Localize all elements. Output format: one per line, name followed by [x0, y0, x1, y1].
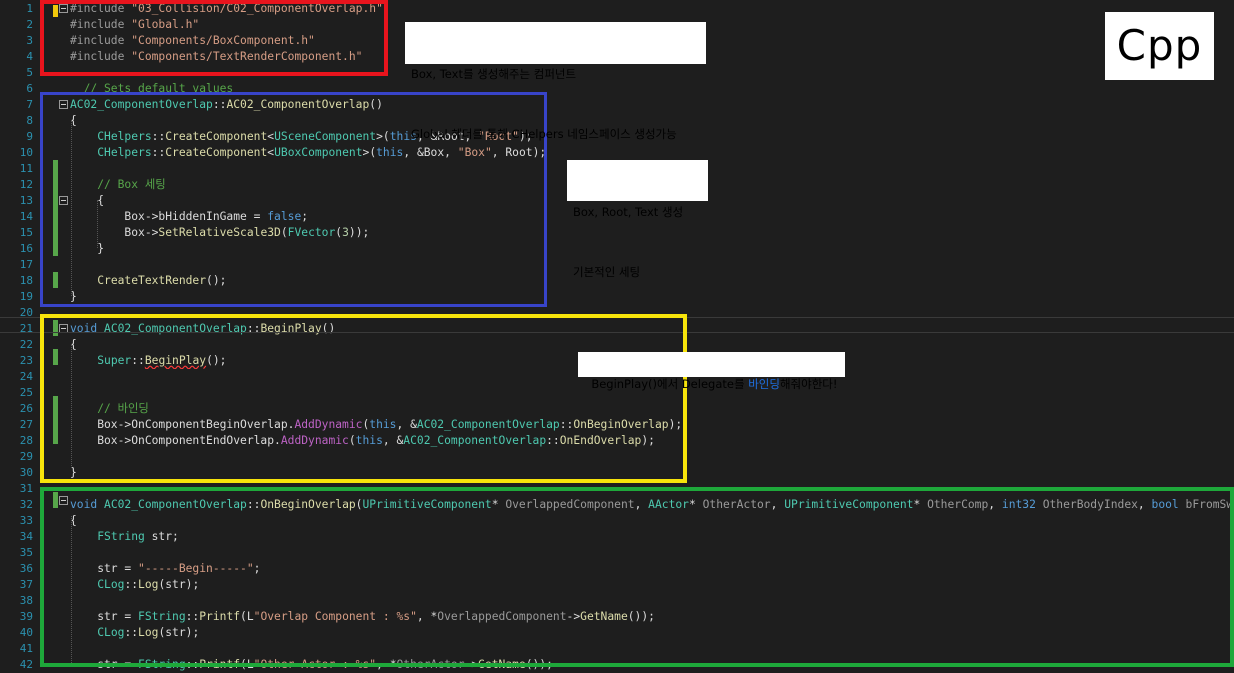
- line-number: 22: [19, 338, 33, 351]
- line-number: 9: [26, 130, 33, 143]
- line-number: 5: [26, 66, 33, 79]
- include-note-line2: Global 헤더를 통해 CHelpers 네임스페이스 생성가능: [411, 127, 677, 141]
- line-number: 16: [19, 242, 33, 255]
- line-number: 21: [19, 322, 33, 335]
- line-number: 24: [19, 370, 33, 383]
- line-number: 17: [19, 258, 33, 271]
- line-number: 26: [19, 402, 33, 415]
- line-number: 40: [19, 626, 33, 639]
- line-number: 29: [19, 450, 33, 463]
- beginplay-section-highlight: [40, 314, 687, 483]
- line-number: 31: [19, 482, 33, 495]
- line-number: 23: [19, 354, 33, 367]
- beginplay-note-tail: 해줘야한다!: [779, 377, 838, 391]
- line-number: 12: [19, 178, 33, 191]
- line-number: 28: [19, 434, 33, 447]
- line-number: 3: [26, 34, 33, 47]
- line-number: 39: [19, 610, 33, 623]
- line-number: 25: [19, 386, 33, 399]
- language-badge: Cpp: [1105, 12, 1214, 80]
- beginplay-note: BeginPlay()에서 Delegate를 바인딩해줘야한다!: [578, 352, 845, 391]
- beginplay-note-highlight: 바인딩: [748, 377, 780, 391]
- line-number: 15: [19, 226, 33, 239]
- line-number: 6: [26, 82, 33, 95]
- line-number: 1: [26, 2, 33, 15]
- line-number: 2: [26, 18, 33, 31]
- line-number: 36: [19, 562, 33, 575]
- beginplay-note-text: BeginPlay()에서 Delegate를: [591, 377, 749, 391]
- include-note: Box, Text를 생성해주는 컴퍼넌트 Global 헤더를 통해 CHel…: [405, 22, 706, 141]
- line-number: 42: [19, 658, 33, 671]
- line-number: 8: [26, 114, 33, 127]
- line-number: 37: [19, 578, 33, 591]
- line-number: 32: [19, 498, 33, 511]
- line-number: 41: [19, 642, 33, 655]
- line-number: 30: [19, 466, 33, 479]
- line-number: 18: [19, 274, 33, 287]
- line-number: 34: [19, 530, 33, 543]
- line-number: 14: [19, 210, 33, 223]
- constructor-note-line1: Box, Root, Text 생성: [573, 205, 684, 219]
- line-number: 19: [19, 290, 33, 303]
- line-number: 7: [26, 98, 33, 111]
- line-number: 20: [19, 306, 33, 319]
- line-number: 38: [19, 594, 33, 607]
- line-number: 13: [19, 194, 33, 207]
- onbeginoverlap-section-highlight: [40, 487, 1234, 667]
- line-number: 4: [26, 50, 33, 63]
- include-note-line1: Box, Text를 생성해주는 컴퍼넌트: [411, 67, 577, 81]
- line-number: 10: [19, 146, 33, 159]
- line-number: 35: [19, 546, 33, 559]
- line-number: 27: [19, 418, 33, 431]
- constructor-note-line2: 기본적인 세팅: [573, 265, 641, 279]
- constructor-note: Box, Root, Text 생성 기본적인 세팅: [567, 160, 708, 279]
- line-number: 11: [19, 162, 33, 175]
- include-section-highlight: [40, 0, 388, 76]
- line-number: 33: [19, 514, 33, 527]
